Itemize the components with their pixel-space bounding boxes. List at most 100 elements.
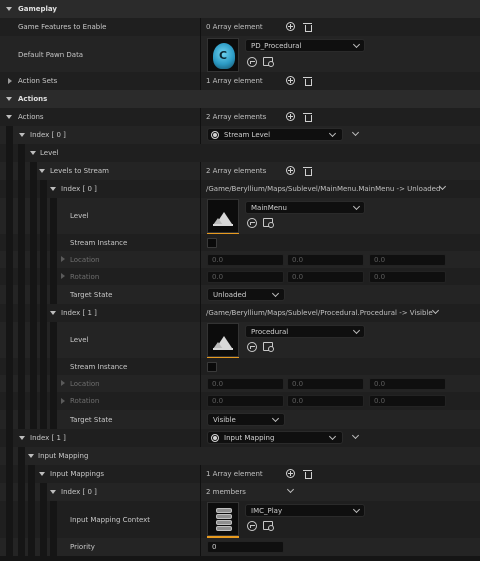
priority-label: Priority (70, 543, 95, 551)
plus-circle-icon[interactable] (286, 469, 295, 478)
trash-icon[interactable] (303, 76, 312, 86)
stream-instance-checkbox[interactable] (207, 238, 217, 248)
collapse-arrow-icon[interactable] (50, 187, 56, 191)
target-state-label: Target State (70, 291, 113, 299)
stream-entry-0-row[interactable]: Index [ 0 ] /Game/Beryllium/Maps/Subleve… (0, 180, 480, 198)
expand-arrow-icon[interactable] (61, 273, 65, 279)
actions-label: Actions (18, 113, 44, 121)
level-group-row[interactable]: Level (0, 144, 480, 162)
rotation-x-field[interactable]: 0.0 (207, 395, 284, 407)
level-asset-thumbnail[interactable] (207, 323, 239, 359)
level-label: Level (70, 212, 89, 220)
expand-arrow-icon[interactable] (61, 380, 65, 386)
level-dropdown[interactable]: MainMenu (245, 201, 365, 214)
stream-instance-checkbox[interactable] (207, 362, 217, 372)
stream-entry-1-summary: /Game/Beryllium/Maps/Sublevel/Procedural… (206, 309, 433, 317)
level-asset-thumbnail[interactable] (207, 199, 239, 235)
input-mapping-context-dropdown[interactable]: IMC_Play (245, 504, 365, 517)
collapse-arrow-icon[interactable] (28, 454, 34, 458)
location-x-field[interactable]: 0.0 (207, 254, 284, 266)
location-y-field[interactable]: 0.0 (287, 254, 364, 266)
stream-entry-0-level-row: Level MainMenu (0, 198, 480, 235)
plus-circle-icon[interactable] (286, 76, 295, 85)
action-type-dropdown[interactable]: Input Mapping (207, 431, 343, 444)
input-mapping-group-row[interactable]: Input Mapping (0, 447, 480, 465)
use-selected-icon[interactable] (263, 342, 274, 352)
expand-arrow-icon[interactable] (8, 78, 12, 84)
input-mapping-group-label: Input Mapping (38, 452, 89, 460)
collapse-arrow-icon[interactable] (19, 436, 25, 440)
trash-icon[interactable] (303, 112, 312, 122)
pawn-data-icon (213, 43, 235, 69)
rotation-z-field[interactable]: 0.0 (369, 271, 446, 283)
plus-circle-icon[interactable] (286, 22, 295, 31)
actions-section-header[interactable]: Actions (0, 90, 480, 108)
collapse-arrow-icon[interactable] (50, 311, 56, 315)
browse-to-asset-icon[interactable] (247, 218, 257, 228)
location-z-field[interactable]: 0.0 (369, 378, 446, 390)
stream-entry-1-row[interactable]: Index [ 1 ] /Game/Beryllium/Maps/Subleve… (0, 304, 480, 322)
target-state-row: Target State Visible (0, 410, 480, 429)
collapse-arrow-icon[interactable] (6, 97, 12, 101)
rotation-row: Rotation 0.0 0.0 0.0 (0, 268, 480, 285)
actions-index-1-label: Index [ 1 ] (30, 434, 66, 442)
stream-instance-label: Stream Instance (70, 239, 128, 247)
trash-icon[interactable] (303, 22, 312, 32)
collapse-arrow-icon[interactable] (39, 472, 45, 476)
plus-circle-icon[interactable] (286, 112, 295, 121)
rotation-x-field[interactable]: 0.0 (207, 271, 284, 283)
collapse-arrow-icon[interactable] (6, 7, 12, 11)
use-selected-icon[interactable] (263, 218, 274, 228)
collapse-arrow-icon[interactable] (39, 169, 45, 173)
collapse-arrow-icon[interactable] (50, 490, 56, 494)
rotation-y-field[interactable]: 0.0 (287, 271, 364, 283)
chevron-down-icon (328, 129, 337, 138)
action-sets-value: 1 Array element (206, 77, 263, 85)
collapse-arrow-icon[interactable] (19, 133, 25, 137)
default-pawn-dropdown[interactable]: PD_Procedural (245, 39, 365, 52)
target-state-dropdown[interactable]: Visible (207, 413, 285, 426)
levels-to-stream-label: Levels to Stream (50, 167, 109, 175)
chevron-down-icon[interactable] (351, 431, 360, 440)
chevron-down-icon[interactable] (286, 485, 295, 494)
actions-array-row[interactable]: Actions 2 Array elements (0, 108, 480, 126)
level-dropdown[interactable]: Procedural (245, 325, 365, 338)
use-selected-icon[interactable] (263, 521, 274, 531)
input-mappings-row[interactable]: Input Mappings 1 Array element (0, 465, 480, 483)
trash-icon[interactable] (303, 469, 312, 479)
pawn-asset-thumbnail[interactable] (207, 38, 239, 74)
collapse-arrow-icon[interactable] (6, 115, 12, 119)
plus-circle-icon[interactable] (286, 166, 295, 175)
trash-icon[interactable] (303, 166, 312, 176)
input-mapping-entry-label: Index [ 0 ] (61, 488, 97, 496)
rotation-z-field[interactable]: 0.0 (369, 395, 446, 407)
actions-index-1-row[interactable]: Index [ 1 ] Input Mapping (0, 429, 480, 447)
priority-field[interactable]: 0 (207, 541, 284, 553)
gameplay-section-header[interactable]: Gameplay (0, 0, 480, 18)
actions-index-0-row[interactable]: Index [ 0 ] Stream Level (0, 126, 480, 144)
collapse-arrow-icon[interactable] (30, 151, 36, 155)
location-label: Location (70, 380, 100, 388)
location-y-field[interactable]: 0.0 (287, 378, 364, 390)
rotation-y-field[interactable]: 0.0 (287, 395, 364, 407)
target-state-dropdown[interactable]: Unloaded (207, 288, 285, 301)
rotation-label: Rotation (70, 273, 100, 281)
use-selected-icon[interactable] (263, 57, 274, 67)
levels-to-stream-value: 2 Array elements (206, 167, 267, 175)
browse-to-asset-icon[interactable] (247, 57, 257, 67)
chevron-down-icon[interactable] (351, 128, 360, 137)
browse-to-asset-icon[interactable] (247, 521, 257, 531)
input-mapping-entry-row[interactable]: Index [ 0 ] 2 members (0, 483, 480, 501)
location-z-field[interactable]: 0.0 (369, 254, 446, 266)
location-x-field[interactable]: 0.0 (207, 378, 284, 390)
action-type-dropdown[interactable]: Stream Level (207, 128, 343, 141)
browse-to-asset-icon[interactable] (247, 342, 257, 352)
chevron-down-icon[interactable] (431, 306, 440, 315)
action-sets-row[interactable]: Action Sets 1 Array element (0, 72, 480, 90)
action-class-icon (211, 434, 219, 442)
expand-arrow-icon[interactable] (61, 256, 65, 262)
expand-arrow-icon[interactable] (61, 398, 65, 404)
levels-to-stream-row[interactable]: Levels to Stream 2 Array elements (0, 162, 480, 180)
input-mapping-context-thumbnail[interactable] (207, 502, 239, 538)
stream-instance-row: Stream Instance (0, 358, 480, 375)
